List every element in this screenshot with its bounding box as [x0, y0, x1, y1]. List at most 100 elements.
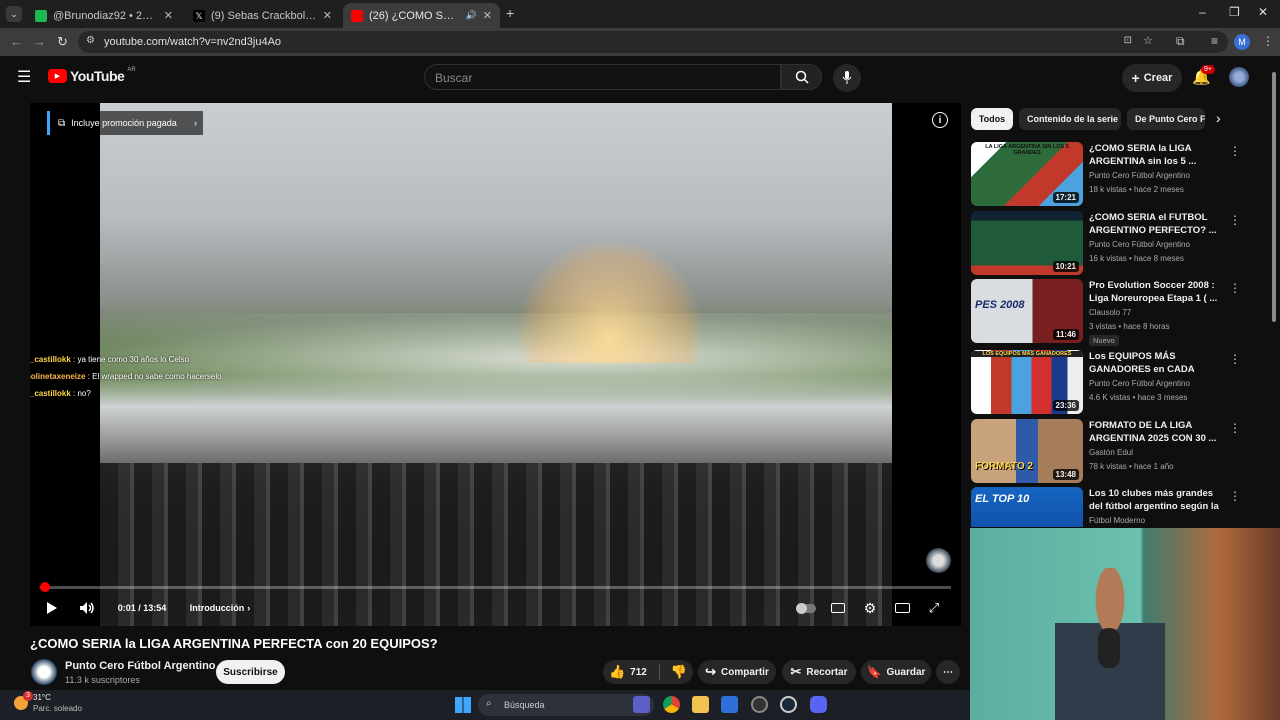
- more-vertical-icon[interactable]: ⋮: [1229, 144, 1241, 158]
- store-icon[interactable]: [721, 696, 738, 713]
- page-scrollbar[interactable]: [1270, 62, 1278, 322]
- recommended-video[interactable]: LOS EQUIPOS MÁS GANADORES 23:36 Los EQUI…: [971, 350, 1250, 414]
- notifications-button[interactable]: 🔔 9+: [1192, 65, 1215, 87]
- chip-all[interactable]: Todos: [971, 108, 1013, 130]
- video-thumbnail[interactable]: PES 2008 11:46: [971, 279, 1083, 343]
- clip-label: Recortar: [806, 666, 848, 678]
- back-icon[interactable]: ←: [10, 34, 23, 49]
- close-tab-icon[interactable]: ✕: [483, 9, 492, 22]
- steam-icon[interactable]: [780, 696, 797, 713]
- weather-description: Parc. soleado: [33, 704, 82, 713]
- recommended-video[interactable]: 10:21 ¿COMO SERIA el FUTBOL ARGENTINO PE…: [971, 211, 1250, 275]
- forward-icon[interactable]: →: [33, 34, 46, 49]
- obs-icon[interactable]: [751, 696, 768, 713]
- close-tab-icon[interactable]: ✕: [164, 9, 173, 22]
- extensions-icon[interactable]: ⧉: [1176, 34, 1185, 49]
- recommended-title: Los EQUIPOS MÁS GANADORES en CADA DECAD.…: [1089, 351, 1195, 375]
- recommended-video[interactable]: PES 2008 11:46 Pro Evolution Soccer 2008…: [971, 279, 1250, 346]
- close-window-icon[interactable]: ✕: [1258, 5, 1268, 19]
- recommended-video[interactable]: EL TOP 10 Los 10 clubes más grandes del …: [971, 487, 1250, 527]
- webcam-overlay: [970, 528, 1280, 720]
- paid-promotion-notice[interactable]: ⧉ Incluye promoción pagada ›: [47, 111, 203, 135]
- recommended-video[interactable]: LA LIGA ARGENTINA SIN LOS 5 GRANDES 17:2…: [971, 142, 1250, 206]
- thumbnail-caption: PES 2008: [975, 299, 1025, 311]
- more-vertical-icon[interactable]: ⋮: [1229, 489, 1241, 503]
- video-player[interactable]: ⧉ Incluye promoción pagada › i flor_cast…: [30, 103, 961, 626]
- chevron-right-icon[interactable]: ›: [1216, 110, 1221, 126]
- more-actions-button[interactable]: ⋯: [936, 660, 960, 684]
- scrubber-handle[interactable]: [40, 582, 50, 592]
- video-thumbnail[interactable]: FORMATO 2 13:48: [971, 419, 1083, 483]
- chip-from-channel[interactable]: De Punto Cero F: [1127, 108, 1205, 130]
- video-frame[interactable]: [100, 103, 892, 626]
- browser-tab-youtube[interactable]: (26) ¿COMO SERIA la LIGA A 🔊 ✕: [343, 3, 500, 28]
- scrollbar-thumb[interactable]: [1272, 72, 1276, 322]
- browser-tab-x[interactable]: 𝕏 (9) Sebas Crackbol en X: " ✕: [185, 3, 340, 28]
- video-thumbnail[interactable]: LA LIGA ARGENTINA SIN LOS 5 GRANDES 17:2…: [971, 142, 1083, 206]
- progress-bar[interactable]: [40, 582, 951, 592]
- teams-icon[interactable]: [633, 696, 650, 713]
- play-button[interactable]: [42, 596, 62, 620]
- new-tab-button[interactable]: +: [506, 5, 514, 21]
- save-button[interactable]: 🔖 Guardar: [861, 660, 931, 684]
- subtitles-button[interactable]: [828, 596, 848, 620]
- dislike-button[interactable]: 👎: [665, 664, 687, 680]
- windows-start-icon[interactable]: [455, 697, 471, 713]
- mute-button[interactable]: [77, 596, 97, 620]
- video-thumbnail[interactable]: EL TOP 10: [971, 487, 1083, 527]
- speaker-icon[interactable]: 🔊: [466, 10, 477, 21]
- youtube-logo[interactable]: ▶ YouTube AR: [48, 67, 136, 84]
- thumbs-down-icon: 👎: [670, 664, 688, 679]
- guide-menu-icon[interactable]: ☰: [17, 67, 31, 87]
- reload-icon[interactable]: ↻: [57, 34, 68, 50]
- info-icon[interactable]: i: [932, 112, 948, 128]
- clip-button[interactable]: ✂ Recortar: [782, 660, 856, 684]
- browser-tab-kick[interactable]: @Brunodiaz92 • 2025 KICK Wra ✕: [27, 3, 181, 28]
- profile-avatar[interactable]: M: [1234, 34, 1250, 50]
- create-button[interactable]: + Crear: [1122, 64, 1182, 92]
- search-icon: [795, 70, 809, 84]
- subscriber-count: 11.3 k suscriptores: [65, 675, 140, 685]
- browser-menu-icon[interactable]: ⋮: [1262, 34, 1274, 48]
- minimize-icon[interactable]: –: [1199, 5, 1206, 19]
- voice-search-button[interactable]: [833, 64, 861, 92]
- like-button[interactable]: 👍 712: [609, 664, 660, 680]
- theater-mode-button[interactable]: [892, 596, 912, 620]
- account-avatar[interactable]: [1229, 67, 1249, 87]
- autoplay-toggle[interactable]: [794, 596, 818, 620]
- close-tab-icon[interactable]: ✕: [323, 9, 332, 22]
- chip-series-content[interactable]: Contenido de la serie: [1019, 108, 1121, 130]
- maximize-icon[interactable]: ❐: [1229, 5, 1240, 19]
- reading-list-icon[interactable]: ≡: [1211, 34, 1218, 48]
- recommended-video[interactable]: FORMATO 2 13:48 FORMATO DE LA LIGA ARGEN…: [971, 419, 1250, 483]
- site-info-icon[interactable]: ⚙: [86, 35, 95, 46]
- video-thumbnail[interactable]: LOS EQUIPOS MÁS GANADORES 23:36: [971, 350, 1083, 414]
- discord-icon[interactable]: [810, 696, 827, 713]
- more-vertical-icon[interactable]: ⋮: [1229, 213, 1241, 227]
- video-thumbnail[interactable]: 10:21: [971, 211, 1083, 275]
- recommended-meta: 18 k vistas • hace 2 meses: [1089, 185, 1184, 194]
- search-input[interactable]: Buscar: [424, 64, 781, 90]
- more-vertical-icon[interactable]: ⋮: [1229, 421, 1241, 435]
- share-button[interactable]: ↪ Compartir: [698, 660, 776, 684]
- tab-list-button[interactable]: ⌄: [6, 6, 22, 22]
- channel-avatar[interactable]: [31, 659, 57, 685]
- channel-name[interactable]: Punto Cero Fútbol Argentino: [65, 660, 216, 672]
- settings-button[interactable]: ⚙: [860, 596, 880, 620]
- chapter-button[interactable]: Introducción ›: [188, 596, 252, 620]
- address-bar[interactable]: ⚙ youtube.com/watch?v=nv2nd3ju4Ao ⊡ ☆: [78, 31, 1228, 53]
- thumbnail-caption: LOS EQUIPOS MÁS GANADORES: [971, 351, 1083, 357]
- recommended-meta: 16 k vistas • hace 8 meses: [1089, 254, 1184, 263]
- search-button[interactable]: [781, 64, 822, 90]
- more-vertical-icon[interactable]: ⋮: [1229, 352, 1241, 366]
- more-vertical-icon[interactable]: ⋮: [1229, 281, 1241, 295]
- bookmark-star-icon[interactable]: ☆: [1143, 34, 1153, 47]
- taskbar-search[interactable]: ⌕ Búsqueda: [478, 694, 654, 716]
- thumbnail-caption: LA LIGA ARGENTINA SIN LOS 5 GRANDES: [985, 144, 1069, 156]
- channel-watermark[interactable]: [926, 548, 951, 573]
- chrome-icon[interactable]: [663, 696, 680, 713]
- file-explorer-icon[interactable]: [692, 696, 709, 713]
- subscribe-button[interactable]: Suscribirse: [216, 660, 285, 684]
- fullscreen-button[interactable]: ⤢: [924, 596, 944, 620]
- install-app-icon[interactable]: ⊡: [1124, 35, 1132, 46]
